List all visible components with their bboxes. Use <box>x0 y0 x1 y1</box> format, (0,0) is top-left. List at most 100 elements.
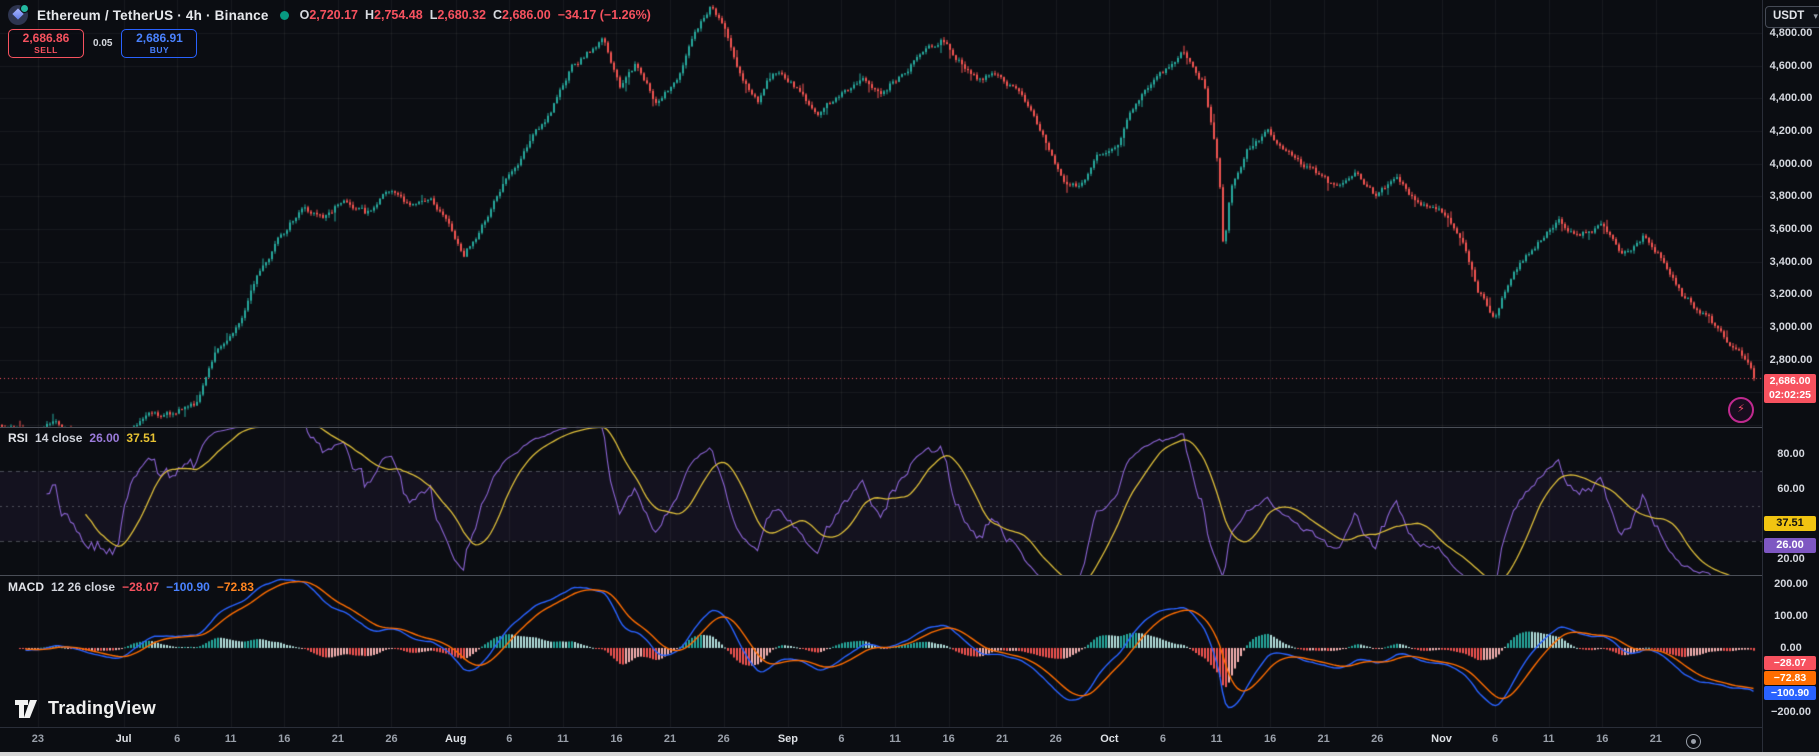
axis-tick-label: 2,800.00 <box>1769 353 1813 366</box>
timezone-clock-icon[interactable] <box>1686 734 1701 749</box>
time-axis-day-label: 11 <box>1542 733 1555 745</box>
time-axis-day-label: 6 <box>1492 733 1499 745</box>
rsi-axis-label: 26.00 <box>1764 538 1816 553</box>
rsi-params: 14 close <box>35 431 83 445</box>
time-axis-month-label: Nov <box>1431 733 1452 745</box>
axis-tick-label: 20.00 <box>1777 552 1805 565</box>
time-axis-month-label: Aug <box>445 733 467 745</box>
symbol-title[interactable]: Ethereum / TetherUS · 4h · Binance <box>37 8 269 23</box>
time-axis-day-label: 21 <box>663 733 677 745</box>
macd-params: 12 26 close <box>51 580 116 594</box>
spread-value: 0.05 <box>93 38 113 49</box>
time-axis-day-label: 26 <box>1049 733 1062 745</box>
macd-signal-axis-label: −72.83 <box>1764 671 1816 685</box>
macd-hist-axis-label: −28.07 <box>1764 656 1816 670</box>
time-axis-day-label: 23 <box>31 733 44 745</box>
axis-tick-label: −200.00 <box>1770 705 1812 718</box>
axis-tick-label: 4,800.00 <box>1769 26 1813 39</box>
time-axis-day-label: 21 <box>1317 733 1330 745</box>
price-chart-canvas[interactable] <box>0 0 1762 727</box>
time-axis-month-label: Sep <box>777 733 798 745</box>
time-axis-day-label: 6 <box>1159 733 1166 745</box>
close-value: 2,686.00 <box>502 8 551 22</box>
time-axis-day-label: 16 <box>1596 733 1609 745</box>
rsi-ma-axis-label: 37.51 <box>1764 516 1816 531</box>
time-axis-day-label: 16 <box>610 733 623 745</box>
time-axis-day-label: 16 <box>278 733 291 745</box>
window-bottom-edge <box>0 752 1819 756</box>
axis-tick-label: 80.00 <box>1777 447 1805 460</box>
buy-price: 2,686.91 <box>136 31 183 45</box>
chart-legend: Ethereum / TetherUS · 4h · Binance O2,72… <box>8 4 651 25</box>
open-label: O <box>299 8 310 22</box>
watermark-text: TradingView <box>48 698 156 718</box>
rsi-legend[interactable]: RSI 14 close 26.00 37.51 <box>8 431 156 445</box>
trade-buttons: 2,686.86 SELL 0.05 2,686.91 BUY <box>8 29 198 58</box>
axis-tick-label: 3,600.00 <box>1769 223 1813 236</box>
time-axis-month-label: Jul <box>115 733 132 745</box>
time-axis-day-label: 21 <box>1649 733 1662 745</box>
currency-selector-button[interactable]: USDT ▾ <box>1765 6 1819 28</box>
ohlc-values: O2,720.17 H2,754.48 L2,680.32 C2,686.00 … <box>300 8 651 22</box>
time-axis-day-label: 6 <box>174 733 181 745</box>
chevron-down-icon: ▾ <box>1813 11 1818 21</box>
time-axis-day-label: 26 <box>1371 733 1384 745</box>
sell-label: SELL <box>34 45 58 55</box>
market-status-icon[interactable] <box>279 10 289 20</box>
macd-line-value: −100.90 <box>166 580 210 594</box>
quick-trade-icon[interactable]: ⚡ <box>1728 397 1754 423</box>
axis-tick-label: 60.00 <box>1777 482 1805 495</box>
bar-countdown: 02:02:25 <box>1768 388 1812 401</box>
macd-signal-value: −72.83 <box>216 580 254 594</box>
low-value: 2,680.32 <box>437 8 487 22</box>
time-axis-day-label: 11 <box>224 733 237 745</box>
ethereum-logo-icon <box>8 4 29 25</box>
buy-button[interactable]: 2,686.91 BUY <box>121 29 198 58</box>
macd-legend[interactable]: MACD 12 26 close −28.07 −100.90 −72.83 <box>8 580 254 594</box>
axis-tick-label: 3,400.00 <box>1769 255 1813 268</box>
tradingview-chart-window: Ethereum / TetherUS · 4h · Binance O2,72… <box>0 0 1819 756</box>
macd-hist-value: −28.07 <box>122 580 160 594</box>
axis-tick-label: 3,800.00 <box>1769 190 1813 203</box>
time-axis-day-label: 21 <box>996 733 1009 745</box>
pane-separator-rsi-macd[interactable] <box>0 575 1819 576</box>
rsi-value: 26.00 <box>89 431 120 445</box>
tradingview-watermark: TradingView <box>14 698 156 719</box>
close-label: C <box>493 8 503 22</box>
last-price-value: 2,686.00 <box>1769 375 1811 387</box>
time-axis-day-label: 21 <box>331 733 344 745</box>
axis-tick-label: 0.00 <box>1780 641 1802 654</box>
last-price-countdown-label: 2,686.00 02:02:25 <box>1764 374 1816 403</box>
price-axis[interactable]: −200.00−100.000.00100.00200.0020.0040.00… <box>1763 0 1819 752</box>
macd-line-axis-label: −100.90 <box>1764 686 1816 700</box>
time-axis-day-label: 6 <box>506 733 513 745</box>
axis-tick-label: 4,600.00 <box>1769 59 1813 72</box>
high-value: 2,754.48 <box>374 8 423 22</box>
change-value: −34.17 (−1.26%) <box>557 8 651 22</box>
time-axis-month-label: Oct <box>1100 733 1119 745</box>
axis-tick-label: 4,000.00 <box>1769 157 1813 170</box>
buy-label: BUY <box>149 45 170 55</box>
pane-separator-main-rsi[interactable] <box>0 427 1819 428</box>
sell-button[interactable]: 2,686.86 SELL <box>8 29 84 58</box>
open-value: 2,720.17 <box>309 8 358 22</box>
high-label: H <box>365 8 375 22</box>
currency-label: USDT <box>1773 10 1805 22</box>
axis-tick-label: 4,400.00 <box>1769 92 1813 105</box>
axis-tick-label: 100.00 <box>1774 609 1808 622</box>
time-axis-day-label: 6 <box>838 733 845 745</box>
sell-price: 2,686.86 <box>22 31 70 45</box>
time-axis-day-label: 11 <box>889 733 901 745</box>
time-axis-day-label: 11 <box>1210 733 1223 745</box>
time-axis-day-label: 11 <box>557 733 569 745</box>
time-axis[interactable]: 23 Jul 6 11 16 21 26 Aug 6 11 16 21 26 Sep 6 11 16 21 26 Oc… <box>0 728 1762 752</box>
axis-tick-label: 200.00 <box>1774 577 1808 590</box>
time-axis-day-label: 26 <box>385 733 398 745</box>
time-axis-day-label: 16 <box>942 733 955 745</box>
rsi-title: RSI <box>8 431 29 445</box>
macd-title: MACD <box>8 580 44 594</box>
axis-tick-label: 3,200.00 <box>1769 288 1813 301</box>
time-axis-day-label: 26 <box>717 733 730 745</box>
rsi-ma-value: 37.51 <box>126 431 157 445</box>
time-axis-day-label: 16 <box>1263 733 1277 745</box>
